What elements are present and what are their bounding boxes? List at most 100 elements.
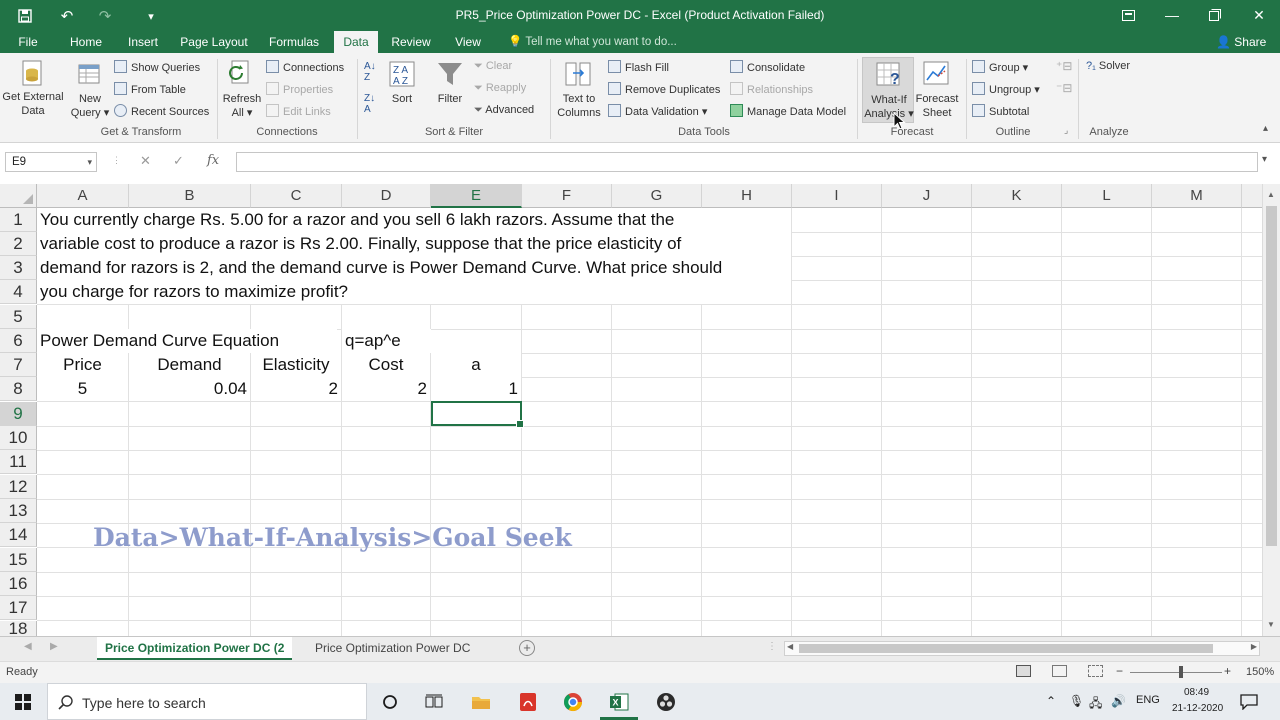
cell-b8[interactable]: 0.04 xyxy=(129,377,250,401)
row-header-12[interactable]: 12 xyxy=(0,475,37,499)
cell-d6[interactable]: q=ap^e xyxy=(342,329,431,353)
cell-a6[interactable]: Power Demand Curve Equation xyxy=(37,329,337,353)
cell-a2[interactable]: variable cost to produce a razor is Rs 2… xyxy=(37,232,791,256)
taskbar-search-box[interactable]: Type here to search xyxy=(47,683,367,720)
hide-detail-icon[interactable]: ⁻⊟ xyxy=(1056,81,1072,95)
pdf-reader-icon[interactable] xyxy=(517,691,539,713)
manage-data-model-button[interactable]: Manage Data Model xyxy=(730,104,846,118)
cell-e8[interactable]: 1 xyxy=(431,377,521,401)
from-table-button[interactable]: From Table xyxy=(114,82,186,96)
scroll-up-icon[interactable]: ▲ xyxy=(1267,190,1275,199)
restore-icon[interactable] xyxy=(1200,4,1230,26)
collapse-ribbon-icon[interactable]: ▴ xyxy=(1263,123,1268,134)
row-header-6[interactable]: 6 xyxy=(0,329,37,353)
column-header-d[interactable]: D xyxy=(342,184,431,208)
close-icon[interactable]: ✕ xyxy=(1244,4,1274,26)
cell-c8[interactable]: 2 xyxy=(251,377,341,401)
tab-page-layout[interactable]: Page Layout xyxy=(176,31,252,53)
consolidate-button[interactable]: Consolidate xyxy=(730,60,805,74)
obs-recorder-icon[interactable] xyxy=(655,691,677,713)
name-box-dropdown-icon[interactable]: ▾ xyxy=(87,153,92,171)
relationships-button[interactable]: Relationships xyxy=(730,82,813,96)
name-box[interactable]: E9 ▾ xyxy=(5,152,97,172)
edit-links-button[interactable]: Edit Links xyxy=(266,104,331,118)
connections-button[interactable]: Connections xyxy=(266,60,344,74)
task-view-icon[interactable] xyxy=(423,691,445,713)
zoom-slider[interactable] xyxy=(1130,672,1222,673)
solver-button[interactable]: ?₁ Solver xyxy=(1086,60,1130,72)
column-header-j[interactable]: J xyxy=(882,184,972,208)
tab-review[interactable]: Review xyxy=(386,31,436,53)
zoom-out-icon[interactable]: − xyxy=(1116,664,1123,678)
normal-view-icon[interactable] xyxy=(1016,665,1031,677)
column-header-e[interactable]: E xyxy=(431,184,522,208)
windows-start-icon[interactable] xyxy=(12,691,34,713)
subtotal-button[interactable]: Subtotal xyxy=(972,104,1029,118)
column-header-n[interactable] xyxy=(1242,184,1262,208)
expand-formula-icon[interactable]: ▾ xyxy=(1262,154,1267,165)
row-header-1[interactable]: 1 xyxy=(0,208,37,232)
column-header-b[interactable]: B xyxy=(129,184,251,208)
recent-sources-button[interactable]: Recent Sources xyxy=(114,104,209,118)
sort-za-icon[interactable]: Z↓ A xyxy=(364,93,375,115)
add-sheet-icon[interactable]: + xyxy=(519,640,535,656)
flash-fill-button[interactable]: Flash Fill xyxy=(608,60,669,74)
row-header-4[interactable]: 4 xyxy=(0,280,37,304)
horizontal-scrollbar[interactable]: ◀ ▶ xyxy=(784,641,1260,656)
vertical-scrollbar[interactable]: ▲ ▼ xyxy=(1262,184,1280,636)
column-header-k[interactable]: K xyxy=(972,184,1062,208)
clear-button[interactable]: ⏷ Clear xyxy=(474,60,512,73)
data-validation-button[interactable]: Data Validation ▾ xyxy=(608,104,707,118)
formula-input[interactable] xyxy=(236,152,1258,172)
sort-az-icon[interactable]: A↓ Z xyxy=(364,61,376,83)
ungroup-button[interactable]: Ungroup ▾ xyxy=(972,82,1040,96)
cell-a8[interactable]: 5 xyxy=(37,377,128,401)
horizontal-scroll-thumb[interactable] xyxy=(799,644,1213,653)
tray-chevron-icon[interactable]: ⌃ xyxy=(1046,694,1056,708)
page-break-view-icon[interactable] xyxy=(1088,665,1103,677)
row-header-8[interactable]: 8 xyxy=(0,377,37,401)
zoom-in-icon[interactable]: + xyxy=(1224,664,1231,678)
file-explorer-icon[interactable] xyxy=(470,691,492,713)
column-header-g[interactable]: G xyxy=(612,184,702,208)
column-header-f[interactable]: F xyxy=(522,184,612,208)
column-header-h[interactable]: H xyxy=(702,184,792,208)
row-header-10[interactable]: 10 xyxy=(0,426,37,450)
network-icon[interactable]: 🖧 xyxy=(1089,694,1102,715)
tab-view[interactable]: View xyxy=(446,31,490,53)
excel-icon[interactable]: X xyxy=(608,691,630,713)
enter-icon[interactable]: ✓ xyxy=(173,153,184,169)
column-header-a[interactable]: A xyxy=(37,184,129,208)
tab-formulas[interactable]: Formulas xyxy=(262,31,326,53)
cell-d7[interactable]: Cost xyxy=(342,353,430,377)
next-sheet-icon[interactable]: ▶ xyxy=(50,641,58,652)
scroll-down-icon[interactable]: ▼ xyxy=(1267,620,1275,629)
row-header-5[interactable]: 5 xyxy=(0,305,37,329)
tab-file[interactable]: File xyxy=(10,31,46,53)
group-button[interactable]: Group ▾ xyxy=(972,60,1028,74)
cell-a1[interactable]: You currently charge Rs. 5.00 for a razo… xyxy=(37,208,791,232)
row-header-14[interactable]: 14 xyxy=(0,523,37,547)
cell-a7[interactable]: Price xyxy=(37,353,128,377)
scroll-left-icon[interactable]: ◀ xyxy=(787,642,793,651)
share-button[interactable]: 👤 Share xyxy=(1216,31,1266,53)
microphone-icon[interactable]: 🎙 xyxy=(1069,694,1084,708)
row-header-7[interactable]: 7 xyxy=(0,353,37,377)
sheet-tab-price-optimization-power-dc-2[interactable]: Price Optimization Power DC (2 xyxy=(97,637,293,660)
previous-sheet-icon[interactable]: ◀ xyxy=(24,641,32,652)
row-header-18[interactable]: 18 xyxy=(0,621,37,636)
reapply-button[interactable]: ⏷ Reapply xyxy=(474,82,526,95)
tab-split-handle-icon[interactable]: ⋮ xyxy=(767,641,777,652)
column-header-l[interactable]: L xyxy=(1062,184,1152,208)
show-detail-icon[interactable]: ⁺⊟ xyxy=(1056,59,1072,73)
clock-date[interactable]: 21-12-2020 xyxy=(1172,703,1223,714)
cell-a4[interactable]: you charge for razors to maximize profit… xyxy=(37,280,791,304)
zoom-slider-thumb[interactable] xyxy=(1179,666,1183,678)
row-header-16[interactable]: 16 xyxy=(0,572,37,596)
row-header-11[interactable]: 11 xyxy=(0,450,37,474)
selected-cell-e9[interactable] xyxy=(431,401,524,428)
tab-insert[interactable]: Insert xyxy=(120,31,166,53)
row-header-15[interactable]: 15 xyxy=(0,548,37,572)
minimize-icon[interactable]: — xyxy=(1157,4,1187,26)
row-header-13[interactable]: 13 xyxy=(0,499,37,523)
